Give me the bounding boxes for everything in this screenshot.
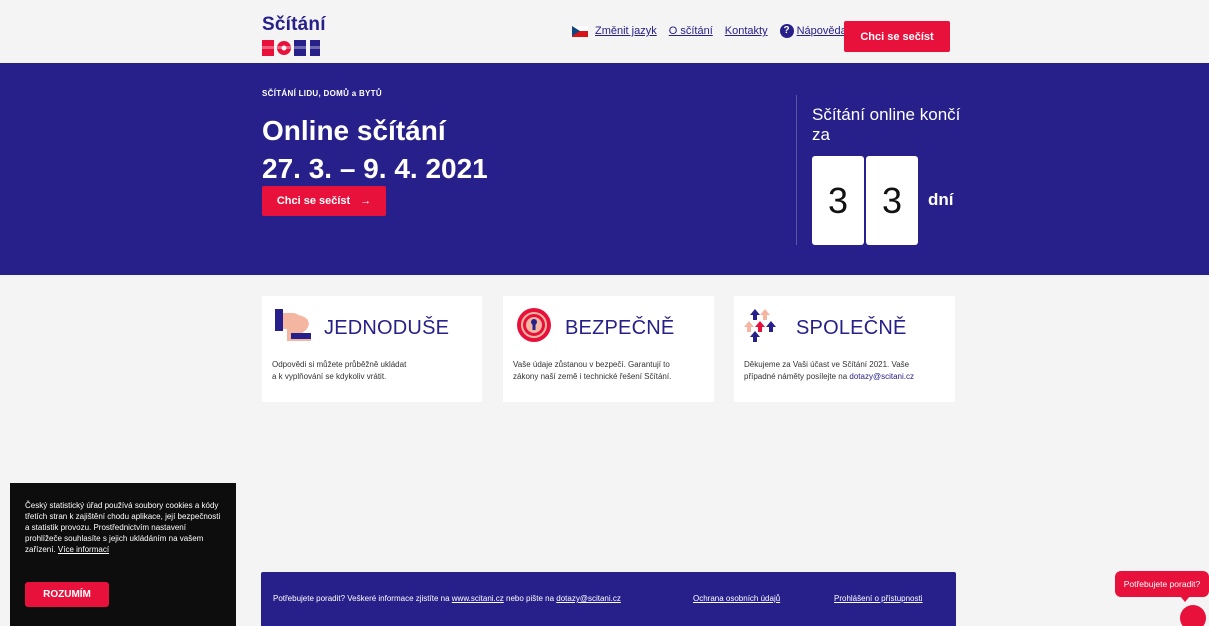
card-text-line: a k vyplňování se kdykoliv vrátit.	[272, 372, 387, 381]
card-text: Děkujeme za Vaši účast ve Sčítání 2021. …	[744, 359, 944, 383]
logo-year-icon	[262, 40, 320, 56]
flag-cz-icon	[572, 25, 588, 37]
card-title: JEDNODUŠE	[324, 317, 450, 339]
countdown-unit: dní	[928, 190, 954, 209]
hero-title: Online sčítání	[262, 115, 446, 146]
card-title: SPOLEČNĚ	[796, 317, 907, 339]
hero-kicker: SČÍTÁNÍ LIDU, DOMŮ a BYTŮ	[262, 89, 382, 98]
footer-web-link[interactable]: www.scitani.cz	[452, 594, 504, 603]
footer-help-text: Potřebujete poradit? Veškeré informace z…	[273, 594, 621, 603]
cookie-more-link[interactable]: Více informací	[58, 545, 109, 554]
footer-text: Potřebujete poradit? Veškeré informace z…	[273, 594, 452, 603]
simple-12-icon	[275, 309, 311, 341]
hero-cta-label: Chci se sečíst	[276, 195, 351, 207]
chat-icon[interactable]	[1180, 605, 1206, 626]
arrows-up-icon	[744, 309, 776, 342]
card-text: Vaše údaje zůstanou v bezpečí. Garantují…	[513, 359, 713, 383]
help-icon: ?	[779, 24, 794, 38]
feature-card-simple: JEDNODUŠE Odpovědi si můžete průběžně uk…	[262, 296, 482, 402]
site-footer: Potřebujete poradit? Veškeré informace z…	[261, 572, 956, 626]
logo[interactable]: Sčítání	[262, 14, 332, 58]
cookie-text: Český statistický úřad používá soubory c…	[25, 500, 225, 555]
top-nav: Změnit jazyk O sčítání Kontakty ? Nápově…	[572, 24, 847, 38]
nav-link-help[interactable]: Nápověda	[797, 25, 847, 37]
feature-card-together: SPOLEČNĚ Děkujeme za Vaši účast ve Sčítá…	[734, 296, 955, 402]
logo-word: Sčítání	[262, 14, 326, 35]
change-language-link[interactable]: Změnit jazyk	[595, 25, 657, 37]
card-text-line: Odpovědi si můžete průběžně ukládat	[272, 360, 407, 369]
feature-card-secure: BEZPEČNĚ Vaše údaje zůstanou v bezpečí. …	[503, 296, 714, 402]
footer-accessibility-link[interactable]: Prohlášení o přístupnosti	[834, 594, 923, 603]
footer-text: nebo pište na	[503, 594, 557, 603]
countdown-digit: 3	[812, 156, 864, 245]
hero-cta-button[interactable]: Chci se sečíst →	[262, 186, 386, 216]
footer-privacy-link[interactable]: Ochrana osobních údajů	[693, 594, 780, 603]
countdown-digit: 3	[866, 156, 918, 245]
cookie-message: Český statistický úřad používá soubory c…	[25, 501, 221, 554]
card-text: Odpovědi si můžete průběžně ukládat a k …	[272, 359, 472, 383]
header-cta-button[interactable]: Chci se sečíst	[844, 21, 950, 52]
card-text-line: případné náměty posílejte na	[744, 372, 850, 381]
nav-help[interactable]: ? Nápověda	[779, 24, 847, 38]
nav-link-contacts[interactable]: Kontakty	[725, 25, 768, 37]
footer-mail-link[interactable]: dotazy@scitani.cz	[556, 594, 621, 603]
card-email-link[interactable]: dotazy@scitani.cz	[849, 372, 914, 381]
site-header: Sčítání Změnit jazyk O sčítání Kontakty …	[0, 0, 1209, 63]
hero-divider	[796, 95, 797, 245]
hero-dates: 27. 3. – 9. 4. 2021	[262, 153, 488, 184]
nav-link-about[interactable]: O sčítání	[669, 25, 713, 37]
card-text-line: Vaše údaje zůstanou v bezpečí. Garantují…	[513, 360, 670, 369]
chat-bubble-tail	[1180, 596, 1190, 602]
keyhole-icon	[517, 308, 551, 342]
arrow-right-icon: →	[360, 195, 372, 207]
language-switch[interactable]: Změnit jazyk	[572, 25, 669, 37]
cookie-accept-button[interactable]: ROZUMÍM	[25, 582, 109, 607]
card-title: BEZPEČNĚ	[565, 317, 675, 339]
card-text-line: zákony naší země i technické řešení Sčít…	[513, 372, 672, 381]
countdown-title: Sčítání online končí za	[812, 105, 961, 144]
chat-bubble[interactable]: Potřebujete poradit?	[1115, 571, 1209, 597]
hero-banner: SČÍTÁNÍ LIDU, DOMŮ a BYTŮ Online sčítání…	[0, 63, 1209, 275]
cookie-banner: Český statistický úřad používá soubory c…	[10, 483, 236, 626]
card-text-line: Děkujeme za Vaši účast ve Sčítání 2021. …	[744, 360, 910, 369]
